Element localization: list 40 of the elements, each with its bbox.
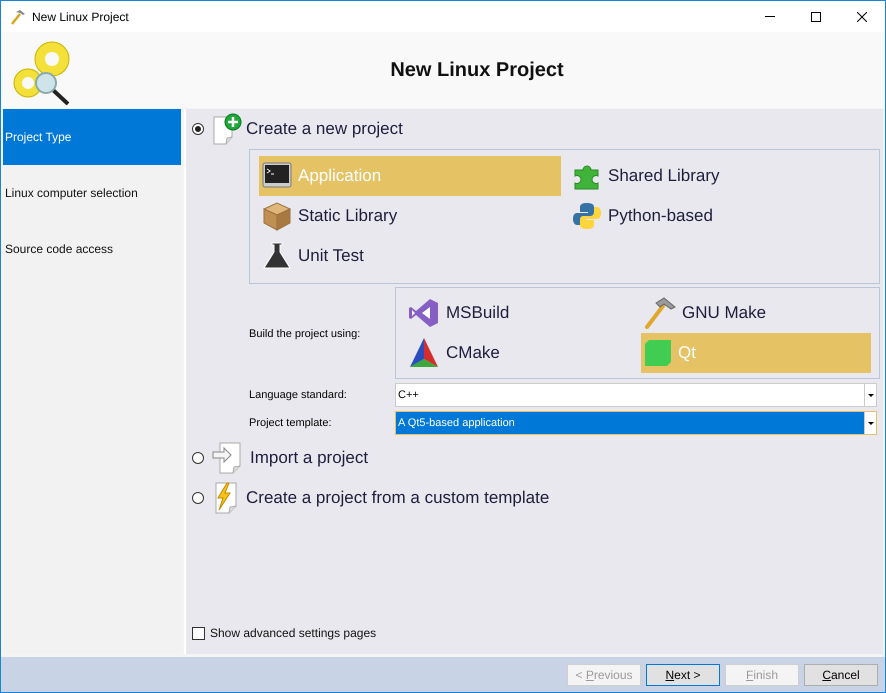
dialog-button[interactable]: Next > bbox=[646, 664, 720, 686]
window-title: New Linux Project bbox=[32, 8, 129, 26]
template-tile[interactable]: Static Library bbox=[259, 196, 561, 236]
option-label[interactable]: Import a project bbox=[250, 445, 368, 471]
field-label: Language standard: bbox=[249, 388, 348, 403]
new-document-icon bbox=[212, 113, 242, 145]
dropdown-arrow-icon bbox=[868, 422, 874, 424]
radio-button[interactable] bbox=[192, 492, 204, 504]
checkbox-label: Show advanced settings pages bbox=[210, 625, 376, 642]
template-tile[interactable]: Python-based bbox=[569, 196, 871, 236]
page-heading: New Linux Project bbox=[389, 58, 565, 83]
flask-icon bbox=[262, 241, 292, 271]
cardboard-box-icon bbox=[262, 201, 292, 231]
dropdown-arrow-icon bbox=[868, 394, 874, 396]
dropdown[interactable]: C++ bbox=[395, 383, 877, 407]
maximize-icon bbox=[811, 12, 821, 22]
minimize-icon bbox=[765, 16, 775, 17]
hammer-icon bbox=[10, 8, 26, 24]
template-tile[interactable]: Unit Test bbox=[259, 236, 561, 276]
option-label[interactable]: Create a new project bbox=[246, 116, 403, 142]
build-label: Build the project using: bbox=[249, 326, 362, 342]
hammer-icon bbox=[644, 297, 676, 329]
checkbox[interactable] bbox=[192, 626, 205, 640]
build-tool-tile[interactable]: GNU Make bbox=[641, 293, 871, 333]
sidebar-item[interactable]: Source code access bbox=[3, 221, 181, 277]
python-icon bbox=[572, 201, 602, 231]
radio-button[interactable] bbox=[192, 452, 204, 464]
build-tool-tile[interactable]: CMake bbox=[405, 333, 633, 373]
sidebar-item[interactable]: Project Type bbox=[3, 109, 181, 165]
build-tool-tile[interactable]: MSBuild bbox=[405, 293, 633, 333]
sidebar-item[interactable]: Linux computer selection bbox=[3, 165, 181, 221]
option-label[interactable]: Create a project from a custom template bbox=[246, 485, 550, 511]
close-icon bbox=[857, 12, 867, 22]
triangle-icon bbox=[408, 337, 440, 369]
dropdown[interactable]: A Qt5-based application bbox=[395, 411, 877, 435]
dialog-button[interactable]: Cancel bbox=[804, 664, 878, 686]
terminal-icon bbox=[262, 162, 292, 190]
template-tile[interactable]: Shared Library bbox=[569, 156, 871, 196]
field-label: Project template: bbox=[249, 416, 333, 431]
radio-button[interactable] bbox=[192, 123, 204, 135]
